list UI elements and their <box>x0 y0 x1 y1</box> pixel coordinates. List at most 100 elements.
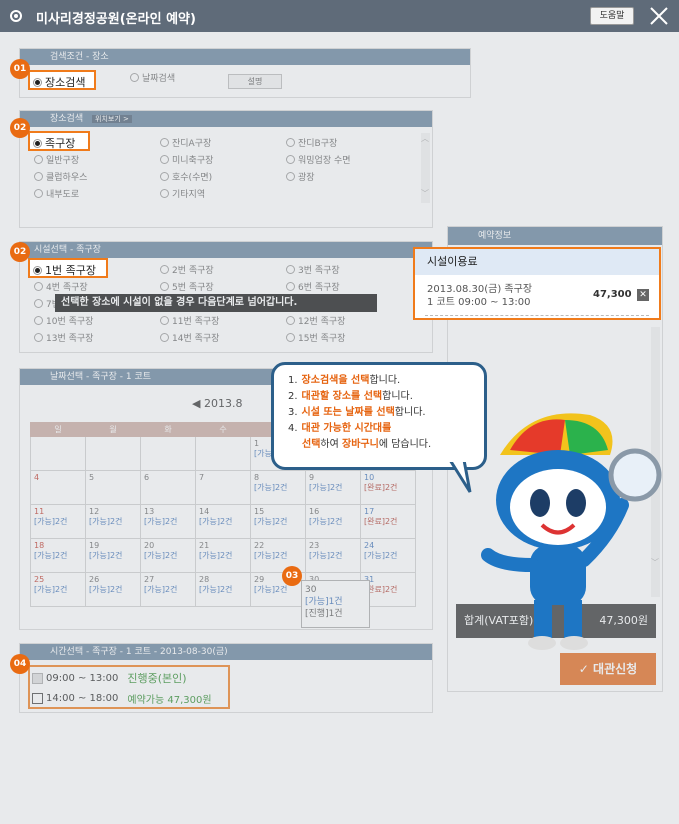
day-number: 17 <box>364 507 375 516</box>
time-slots-highlight: 09:00 ~ 13:00 진행중(본인) 14:00 ~ 18:00 예약가능… <box>28 665 230 709</box>
day-status: [가능]2건 <box>144 585 178 594</box>
scroll-up-icon[interactable]: ︿ <box>421 133 430 144</box>
window-title: 미사리경정공원(온라인 예약) <box>36 12 196 27</box>
close-icon[interactable] <box>648 5 670 27</box>
reservation-header: 예약정보 <box>448 227 662 245</box>
calendar-day[interactable]: 21 [가능]2건 <box>195 538 251 573</box>
place-option[interactable]: 호수(수면) <box>160 170 212 183</box>
place-search-panel: 장소검색 위치보기 > ︿ ﹀ <box>19 110 433 228</box>
day-number: 9 <box>309 473 315 482</box>
jokgu-radio[interactable]: 족구장 <box>33 135 75 151</box>
calendar-day <box>85 436 141 471</box>
day-number: 21 <box>199 541 210 550</box>
bubble-tail <box>448 460 472 493</box>
calendar-day[interactable]: 25 [가능]2건 <box>30 572 86 607</box>
place-search-highlight: 장소검색 <box>28 70 96 90</box>
place-option[interactable]: 광장 <box>286 170 315 183</box>
day-status: [가능]2건 <box>144 517 178 526</box>
day-number: 16 <box>309 507 320 516</box>
day-status: [가능]2건 <box>254 483 288 492</box>
day-number: 11 <box>34 507 45 516</box>
time-slot-1[interactable]: 09:00 ~ 13:00 진행중(본인) <box>32 670 187 686</box>
month-nav: ◀ 2013.8 <box>192 397 242 410</box>
calendar-day[interactable]: 28 [가능]2건 <box>195 572 251 607</box>
calendar-day[interactable]: 20 [가능]2건 <box>140 538 196 573</box>
day-status: [가능]2건 <box>364 551 398 560</box>
court1-highlight: 1번 족구장 <box>28 258 108 278</box>
location-view-button[interactable]: 위치보기 > <box>92 115 132 123</box>
calendar-day <box>195 436 251 471</box>
place-search-radio[interactable]: 장소검색 <box>33 74 85 90</box>
prev-month-icon[interactable]: ◀ <box>192 397 200 410</box>
selected-day-popup[interactable]: 30 [가능]1건 [진행]1건 <box>301 580 370 628</box>
day-status: [가능]2건 <box>89 517 123 526</box>
calendar-day[interactable]: 26 [가능]2건 <box>85 572 141 607</box>
radio-icon <box>286 282 295 291</box>
calendar-day[interactable]: 6 <box>140 470 196 505</box>
calendar-day[interactable]: 13 [가능]2건 <box>140 504 196 539</box>
calendar-day[interactable]: 23 [가능]2건 <box>305 538 361 573</box>
facility-option[interactable]: 14번 족구장 <box>160 331 219 344</box>
remove-icon[interactable]: ✕ <box>637 289 649 301</box>
facility-option[interactable]: 15번 족구장 <box>286 331 345 344</box>
place-option[interactable]: 클럽하우스 <box>34 170 87 183</box>
facility-option[interactable]: 5번 족구장 <box>160 280 214 293</box>
facility-option[interactable]: 12번 족구장 <box>286 314 345 327</box>
radio-icon <box>34 299 43 308</box>
calendar-day[interactable]: 27 [가능]2건 <box>140 572 196 607</box>
day-status: [가능]2건 <box>89 551 123 560</box>
place-option[interactable]: 잔디B구장 <box>286 136 337 149</box>
time-slot-2[interactable]: 14:00 ~ 18:00 예약가능 47,300원 <box>32 691 212 706</box>
day-number: 10 <box>364 473 375 482</box>
place-option[interactable]: 일반구장 <box>34 153 79 166</box>
help-button[interactable]: 도움말 <box>590 7 634 25</box>
step-badge-02: 02 <box>10 118 30 138</box>
facility-option[interactable]: 13번 족구장 <box>34 331 93 344</box>
explain-button[interactable]: 설명 <box>228 74 282 89</box>
calendar-day[interactable]: 15 [가능]2건 <box>250 504 306 539</box>
place-option[interactable]: 워밍업장 수면 <box>286 153 351 166</box>
court1-radio[interactable]: 1번 족구장 <box>33 262 96 278</box>
calendar-day[interactable]: 8 [가능]2건 <box>250 470 306 505</box>
calendar-day[interactable]: 10 [완료]2건 <box>360 470 416 505</box>
facility-option[interactable]: 2번 족구장 <box>160 263 214 276</box>
selected-day: 30 <box>305 585 317 595</box>
place-option[interactable]: 기타지역 <box>160 187 205 200</box>
day-number: 12 <box>89 507 100 516</box>
check-icon: ✓ <box>578 662 594 676</box>
place-option[interactable]: 미니축구장 <box>160 153 213 166</box>
guide-bubble: 1. 장소검색을 선택합니다. 2. 대관할 장소를 선택합니다. 3. 시설 또는 날짜… <box>271 362 487 470</box>
radio-icon <box>286 333 295 342</box>
calendar-day[interactable]: 9 [가능]2건 <box>305 470 361 505</box>
day-number: 14 <box>199 507 210 516</box>
facility-option[interactable]: 4번 족구장 <box>34 280 88 293</box>
checkbox[interactable] <box>32 693 43 704</box>
radio-icon <box>34 189 43 198</box>
day-number: 7 <box>199 473 205 482</box>
place-option[interactable]: 내부도로 <box>34 187 79 200</box>
place-option[interactable]: 잔디A구장 <box>160 136 211 149</box>
calendar-day[interactable]: 4 <box>30 470 86 505</box>
day-status: [완료]2건 <box>364 483 398 492</box>
facility-option[interactable]: 6번 족구장 <box>286 280 340 293</box>
facility-option[interactable]: 11번 족구장 <box>160 314 219 327</box>
scrollbar[interactable]: ︿ ﹀ <box>421 133 430 203</box>
weekday-header: 월 <box>85 422 141 437</box>
calendar-day[interactable]: 24 [가능]2건 <box>360 538 416 573</box>
calendar-day[interactable]: 19 [가능]2건 <box>85 538 141 573</box>
calendar-day[interactable]: 17 [완료]2건 <box>360 504 416 539</box>
radio-icon <box>286 265 295 274</box>
radio-checked-icon <box>33 77 42 87</box>
calendar-day[interactable]: 5 <box>85 470 141 505</box>
calendar-day[interactable]: 16 [가능]2건 <box>305 504 361 539</box>
scroll-down-icon[interactable]: ﹀ <box>421 188 430 199</box>
calendar-day[interactable]: 12 [가능]2건 <box>85 504 141 539</box>
calendar-day[interactable]: 11 [가능]2건 <box>30 504 86 539</box>
radio-icon <box>34 172 43 181</box>
facility-option[interactable]: 10번 족구장 <box>34 314 93 327</box>
date-search-radio[interactable]: 날짜검색 <box>130 71 175 84</box>
calendar-day[interactable]: 14 [가능]2건 <box>195 504 251 539</box>
calendar-day[interactable]: 18 [가능]2건 <box>30 538 86 573</box>
calendar-day[interactable]: 7 <box>195 470 251 505</box>
facility-option[interactable]: 3번 족구장 <box>286 263 340 276</box>
